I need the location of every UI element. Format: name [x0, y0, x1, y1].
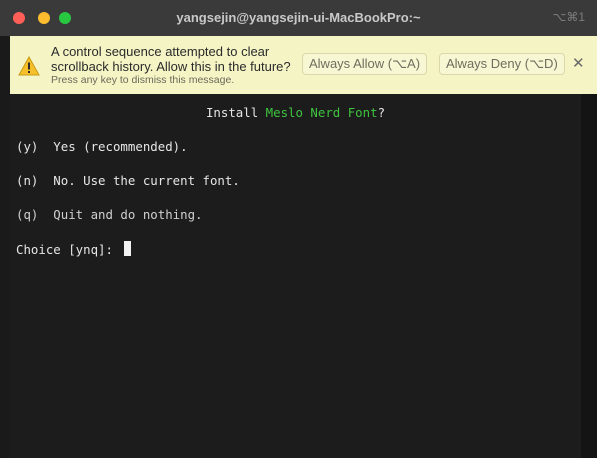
banner-message-line2: scrollback history. Allow this in the fu…: [51, 59, 291, 74]
terminal-output[interactable]: Install Meslo Nerd Font? (y) Yes (recomm…: [10, 94, 581, 458]
close-icon[interactable]: ✕: [572, 54, 585, 72]
text-cursor: [124, 241, 132, 256]
warning-icon: [18, 56, 40, 76]
window-shortcut: ⌥⌘1: [552, 10, 585, 24]
banner-dismiss-hint: Press any key to dismiss this message.: [51, 74, 235, 86]
choice-line[interactable]: Choice [ynq]:: [16, 241, 132, 257]
window-left-edge: [0, 36, 10, 458]
window-title: yangsejin@yangsejin-ui-MacBookPro:~: [176, 10, 421, 25]
font-name: Meslo Nerd Font: [265, 105, 378, 120]
option-quit: (q) Quit and do nothing.: [16, 207, 203, 222]
scrollbar-track[interactable]: [581, 94, 597, 458]
always-allow-button[interactable]: Always Allow (⌥A): [302, 53, 428, 75]
install-prompt: Install Meslo Nerd Font?: [10, 105, 581, 120]
install-prompt-prefix: Install: [205, 105, 266, 120]
scrollback-warning-banner: A control sequence attempted to clear sc…: [10, 36, 597, 95]
title-bar[interactable]: yangsejin@yangsejin-ui-MacBookPro:~ ⌥⌘1: [0, 0, 597, 37]
always-deny-button[interactable]: Always Deny (⌥D): [439, 53, 565, 75]
terminal-window: yangsejin@yangsejin-ui-MacBookPro:~ ⌥⌘1 …: [0, 0, 597, 458]
option-no: (n) No. Use the current font.: [16, 173, 240, 188]
banner-message-line1: A control sequence attempted to clear: [51, 44, 270, 59]
choice-prompt: Choice [ynq]:: [16, 242, 121, 257]
install-prompt-suffix: ?: [377, 105, 386, 120]
option-yes: (y) Yes (recommended).: [16, 139, 188, 154]
